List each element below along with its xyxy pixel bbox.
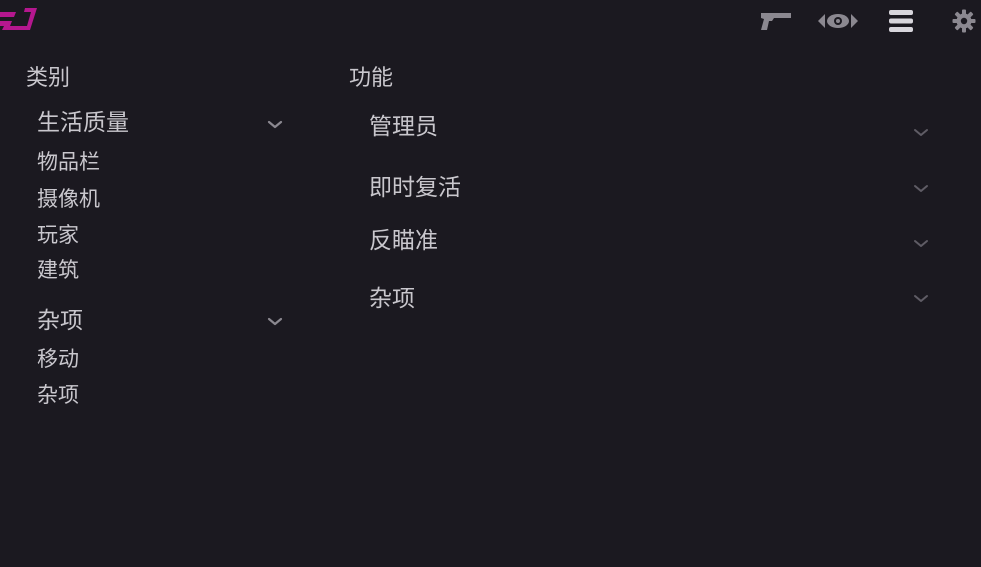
chevron-down-icon[interactable] (266, 120, 284, 130)
chevron-down-icon[interactable] (266, 317, 284, 327)
categories-heading: 类别 (26, 66, 71, 91)
chevron-down-icon[interactable] (912, 294, 930, 304)
gear-icon[interactable] (951, 8, 977, 34)
chevron-down-icon[interactable] (912, 239, 930, 249)
menu-icon[interactable] (888, 8, 914, 34)
chevron-down-icon[interactable] (912, 128, 930, 138)
category-group-misc[interactable]: 杂项 (37, 310, 83, 333)
chevron-down-icon[interactable] (912, 184, 930, 194)
category-item-building[interactable]: 建筑 (37, 260, 79, 281)
category-item-misc[interactable]: 杂项 (37, 385, 79, 406)
eye-icon[interactable] (817, 8, 859, 34)
category-item-movement[interactable]: 移动 (37, 349, 79, 370)
feature-admin[interactable]: 管理员 (369, 116, 438, 139)
feature-instant-respawn[interactable]: 即时复活 (369, 177, 461, 200)
features-heading: 功能 (349, 66, 394, 91)
category-item-inventory[interactable]: 物品栏 (37, 152, 100, 173)
pistol-icon[interactable] (759, 8, 793, 34)
category-group-quality-of-life[interactable]: 生活质量 (37, 112, 129, 135)
logo-icon (0, 8, 37, 30)
feature-misc[interactable]: 杂项 (369, 288, 415, 311)
category-item-camera[interactable]: 摄像机 (37, 189, 100, 210)
category-item-player[interactable]: 玩家 (37, 225, 79, 246)
feature-anti-aim[interactable]: 反瞄准 (369, 230, 438, 253)
